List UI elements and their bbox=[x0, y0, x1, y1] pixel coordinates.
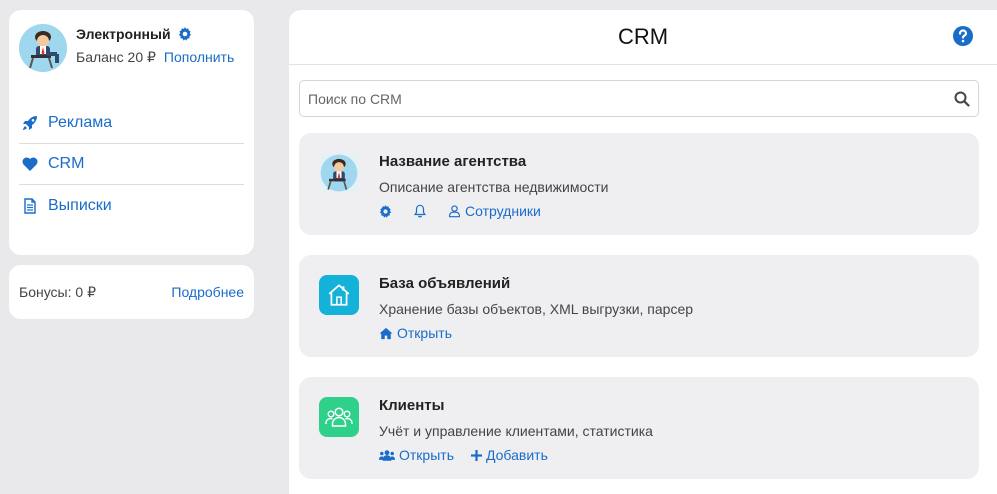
listings-open-link[interactable]: Открыть bbox=[379, 325, 452, 341]
document-icon bbox=[22, 197, 38, 214]
balance-row: Баланс 20 ₽ Пополнить bbox=[76, 49, 234, 66]
sidebar-item-label: Выписки bbox=[48, 196, 112, 214]
sidebar-item-label: Реклама bbox=[48, 114, 113, 131]
clients-icon-tile[interactable] bbox=[319, 397, 359, 437]
rocket-icon bbox=[22, 115, 38, 131]
profile-name-row: Электронный bbox=[76, 26, 234, 42]
main-panel: CRM Наз bbox=[289, 10, 997, 494]
crm-item-listings: База объявлений Хранение базы объектов, … bbox=[299, 255, 979, 357]
people-group-icon bbox=[325, 407, 353, 427]
gear-icon[interactable] bbox=[178, 27, 192, 41]
search-icon[interactable] bbox=[954, 91, 970, 107]
clients-add-link[interactable]: Добавить bbox=[470, 447, 548, 463]
action-label: Открыть bbox=[397, 325, 452, 341]
agency-avatar[interactable] bbox=[319, 153, 359, 193]
main-header: CRM bbox=[289, 10, 997, 65]
item-description: Хранение базы объектов, XML выгрузки, па… bbox=[379, 301, 694, 317]
sidebar-item-ads[interactable]: Реклама bbox=[19, 103, 244, 144]
page-title: CRM bbox=[617, 24, 669, 49]
bonus-more-link[interactable]: Подробнее bbox=[171, 284, 244, 300]
agency-settings-button[interactable] bbox=[379, 204, 396, 218]
balance-text: Баланс 20 ₽ bbox=[76, 49, 156, 65]
sidebar-menu: Реклама CRM Выписки bbox=[19, 103, 244, 226]
home-icon bbox=[379, 327, 393, 339]
listings-icon-tile[interactable] bbox=[319, 275, 359, 315]
bell-icon bbox=[414, 204, 426, 218]
bonus-text: Бонусы: 0 ₽ bbox=[19, 283, 96, 300]
item-title[interactable]: Название агентства bbox=[379, 153, 609, 170]
agency-notifications-button[interactable] bbox=[413, 204, 431, 218]
crm-item-clients: Клиенты Учёт и управление клиентами, ста… bbox=[299, 377, 979, 479]
house-icon bbox=[328, 284, 350, 306]
crm-item-agency: Название агентства Описание агентства не… bbox=[299, 133, 979, 235]
help-icon[interactable] bbox=[953, 26, 973, 46]
item-title[interactable]: Клиенты bbox=[379, 397, 653, 414]
topup-link[interactable]: Пополнить bbox=[164, 49, 234, 66]
action-label: Открыть bbox=[399, 447, 454, 463]
gear-icon bbox=[379, 204, 392, 218]
item-description: Описание агентства недвижимости bbox=[379, 179, 609, 195]
sidebar-item-crm[interactable]: CRM bbox=[19, 144, 244, 185]
user-icon bbox=[449, 205, 460, 218]
item-title[interactable]: База объявлений bbox=[379, 275, 693, 292]
bonus-card: Бонусы: 0 ₽ Подробнее bbox=[9, 265, 254, 319]
agency-staff-link[interactable]: Сотрудники bbox=[448, 203, 541, 219]
heart-icon bbox=[22, 156, 38, 172]
profile-header: Электронный Баланс 20 ₽ Пополнить bbox=[19, 24, 234, 72]
sidebar-item-label: CRM bbox=[48, 155, 85, 172]
action-label: Сотрудники bbox=[465, 203, 541, 219]
item-actions: Сотрудники bbox=[379, 203, 609, 219]
search-input[interactable] bbox=[308, 90, 954, 107]
profile-card: Электронный Баланс 20 ₽ Пополнить Реклам… bbox=[9, 10, 254, 255]
search-box bbox=[299, 80, 979, 117]
plus-icon bbox=[470, 449, 482, 461]
avatar[interactable] bbox=[19, 24, 67, 72]
item-description: Учёт и управление клиентами, статистика bbox=[379, 423, 653, 439]
clients-open-link[interactable]: Открыть bbox=[379, 447, 454, 463]
sidebar-item-statements[interactable]: Выписки bbox=[19, 185, 244, 226]
profile-name: Электронный bbox=[76, 26, 171, 42]
item-actions: Открыть Добавить bbox=[379, 447, 653, 463]
users-icon bbox=[379, 449, 395, 461]
action-label: Добавить bbox=[485, 447, 548, 463]
item-actions: Открыть bbox=[379, 325, 693, 341]
